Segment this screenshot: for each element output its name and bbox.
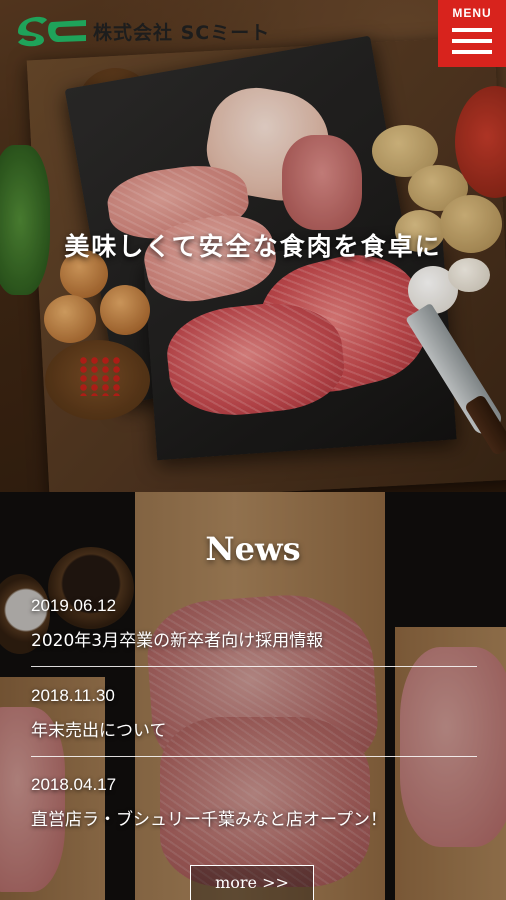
news-item[interactable]: 2018.04.17 直営店ラ・ブシュリー千葉みなと店オープン！ xyxy=(31,775,477,830)
news-title-link[interactable]: 2020年3月卒業の新卒者向け採用情報 xyxy=(31,626,477,651)
company-name: 株式会社 SCミート xyxy=(93,22,271,44)
menu-button[interactable]: MENU xyxy=(438,0,506,67)
news-date: 2018.04.17 xyxy=(31,775,117,794)
hero-tagline: 美味しくて安全な食肉を食卓に xyxy=(64,232,442,261)
news-item[interactable]: 2019.06.12 2020年3月卒業の新卒者向け採用情報 xyxy=(31,596,477,651)
news-item[interactable]: 2018.11.30 年末売出について xyxy=(31,686,477,741)
news-section: News 2019.06.12 2020年3月卒業の新卒者向け採用情報 2018… xyxy=(0,492,506,900)
news-date: 2019.06.12 xyxy=(31,596,117,615)
logo-icon xyxy=(18,16,86,47)
hero-section: 美味しくて安全な食肉を食卓に xyxy=(0,0,506,492)
news-divider xyxy=(31,756,477,757)
company-logo[interactable] xyxy=(14,10,89,50)
news-divider xyxy=(31,666,477,667)
menu-label: MENU xyxy=(452,6,492,20)
news-title-link[interactable]: 年末売出について xyxy=(31,716,477,741)
news-title-link[interactable]: 直営店ラ・ブシュリー千葉みなと店オープン！ xyxy=(31,805,477,830)
more-button[interactable]: more >> xyxy=(190,865,314,900)
news-heading: News xyxy=(205,530,301,568)
news-date: 2018.11.30 xyxy=(31,686,115,705)
